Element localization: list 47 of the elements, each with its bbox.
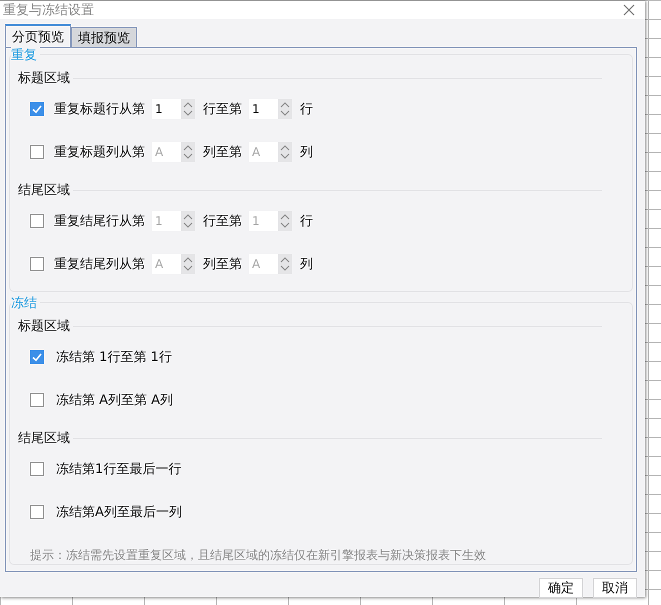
option-label: 重复标题行从第 xyxy=(54,100,145,118)
checkbox[interactable] xyxy=(30,214,44,228)
chevron-up-down-icon[interactable] xyxy=(183,256,193,272)
option-label: 重复标题列从第 xyxy=(54,144,145,160)
option-label: 冻结第A列至最后一列 xyxy=(56,504,182,520)
group-title: 结尾区域 xyxy=(18,182,71,199)
section-title: 冻结 xyxy=(11,294,40,312)
option-label: 列至第 xyxy=(203,144,242,160)
option-label: 重复结尾行从第 xyxy=(54,212,145,230)
chevron-up-down-icon[interactable] xyxy=(183,212,193,228)
dialog-button[interactable]: 确定 xyxy=(539,578,583,598)
option-label: 列 xyxy=(300,256,313,272)
tab[interactable]: 填报预览 xyxy=(71,27,137,47)
group-title: 标题区域 xyxy=(18,318,71,335)
checkbox[interactable] xyxy=(30,504,44,518)
group-title: 结尾区域 xyxy=(18,430,71,447)
chevron-up-down-icon[interactable] xyxy=(183,100,193,116)
option-label: 冻结第 1行至第 1行 xyxy=(56,348,172,366)
tab[interactable]: 分页预览 xyxy=(5,24,71,47)
chevron-up-down-icon[interactable] xyxy=(280,144,290,160)
close-icon[interactable] xyxy=(623,4,635,16)
checkbox[interactable] xyxy=(30,392,44,406)
option-label: 列 xyxy=(300,144,313,160)
option-label: 冻结第1行至最后一行 xyxy=(56,460,182,478)
hint-text: 提示：冻结需先设置重复区域，且结尾区域的冻结仅在新引擎报表与新决策报表下生效 xyxy=(30,547,487,564)
option-label: 行 xyxy=(300,212,313,230)
dialog-button[interactable]: 取消 xyxy=(593,578,637,598)
option-label: 行至第 xyxy=(203,212,242,230)
section-title: 重复 xyxy=(11,46,40,64)
spinner-field[interactable]: 1 xyxy=(249,98,292,118)
option-label: 行至第 xyxy=(203,100,242,118)
option-label: 重复结尾列从第 xyxy=(54,256,145,272)
checkbox[interactable] xyxy=(30,462,44,476)
chevron-up-down-icon[interactable] xyxy=(280,100,290,116)
spinner-field[interactable]: 1 xyxy=(152,98,195,118)
checkbox[interactable] xyxy=(30,350,44,364)
chevron-up-down-icon[interactable] xyxy=(280,212,290,228)
checkbox[interactable] xyxy=(30,256,44,270)
option-label: 行 xyxy=(300,100,313,118)
chevron-up-down-icon[interactable] xyxy=(280,256,290,272)
option-label: 列至第 xyxy=(203,256,242,272)
checkbox[interactable] xyxy=(30,102,44,116)
checkbox[interactable] xyxy=(30,144,44,158)
chevron-up-down-icon[interactable] xyxy=(183,144,193,160)
window-title: 重复与冻结设置 xyxy=(3,2,94,19)
group-title: 标题区域 xyxy=(18,70,71,87)
option-label: 冻结第 A列至第 A列 xyxy=(56,392,174,408)
